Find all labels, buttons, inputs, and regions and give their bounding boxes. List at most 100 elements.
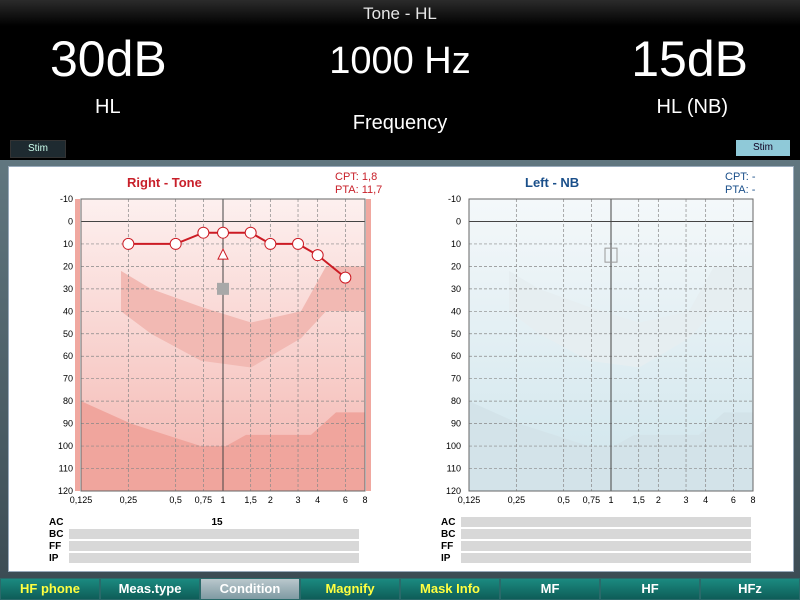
x-tick-label: 0,125: [458, 495, 481, 505]
x-tick-label: 4: [315, 495, 320, 505]
row-label: IP: [49, 553, 59, 564]
y-tick-label: 50: [63, 329, 73, 339]
x-tick-label: 0,5: [169, 495, 182, 505]
y-tick-label: 20: [451, 261, 461, 271]
x-tick-label: 8: [750, 495, 755, 505]
masking-level-square: [217, 282, 229, 295]
table-row-ip-left: IP: [441, 553, 753, 564]
row-label: FF: [441, 541, 454, 552]
x-tick-label: 1,5: [244, 495, 257, 505]
row-bar: [461, 541, 751, 551]
audiogram-charts[interactable]: -1001020304050607080901001101200,125 0,25…: [9, 167, 793, 571]
threshold-point: [197, 226, 210, 239]
table-row-ac-left: AC: [441, 517, 753, 528]
threshold-point: [122, 237, 135, 250]
row-bar: [69, 541, 359, 551]
x-tick-label: 0,25: [508, 495, 526, 505]
right-side-bar: [366, 199, 371, 491]
mf-button[interactable]: MF: [500, 578, 600, 600]
table-row-ip-right: IP: [49, 553, 361, 564]
y-tick-label: 10: [63, 239, 73, 249]
y-tick-label: 110: [59, 464, 73, 474]
row-bar: [69, 529, 359, 539]
x-tick-label: 1,5: [632, 495, 645, 505]
threshold-point: [217, 226, 229, 239]
y-tick-label: 20: [63, 261, 73, 271]
row-bar: [69, 553, 359, 563]
y-tick-label: 100: [58, 441, 73, 451]
x-tick-label: 0,5: [557, 495, 570, 505]
hf-button[interactable]: HF: [600, 578, 700, 600]
y-tick-label: 60: [63, 351, 73, 361]
table-row-ac-right: AC 15: [49, 517, 361, 528]
row-label: AC: [49, 517, 64, 528]
row-label: AC: [441, 517, 456, 528]
y-tick-label: 110: [447, 464, 461, 474]
row-bar: [461, 553, 751, 563]
right-unit: HL (NB): [656, 96, 728, 118]
table-row-ff-right: FF: [49, 541, 361, 552]
hf-phone-button[interactable]: HF phone: [0, 578, 100, 600]
threshold-point: [264, 237, 277, 250]
mask-info-button[interactable]: Mask Info: [400, 578, 500, 600]
x-tick-label: 6: [343, 495, 348, 505]
y-tick-label: 80: [63, 396, 73, 406]
row-bar: [461, 517, 751, 527]
stim-indicator-right: Stim: [736, 140, 790, 156]
y-tick-label: 90: [63, 419, 73, 429]
condition-button[interactable]: Condition: [200, 578, 300, 600]
x-tick-label: 8: [362, 495, 367, 505]
y-tick-label: 90: [451, 419, 461, 429]
threshold-point: [311, 249, 324, 262]
y-tick-label: -10: [448, 194, 461, 204]
magnify-button[interactable]: Magnify: [300, 578, 400, 600]
table-row-bc-right: BC: [49, 529, 361, 540]
y-tick-label: 40: [63, 306, 73, 316]
y-tick-label: 70: [63, 374, 73, 384]
row-label: BC: [49, 529, 64, 540]
x-tick-label: 2: [268, 495, 273, 505]
x-tick-label: 0,125: [70, 495, 93, 505]
y-tick-label: 40: [451, 306, 461, 316]
threshold-point: [244, 226, 257, 239]
y-tick-label: 30: [63, 284, 73, 294]
table-row-bc-left: BC: [441, 529, 753, 540]
row-label: FF: [49, 541, 62, 552]
x-tick-label: 4: [703, 495, 708, 505]
table-row-ff-left: FF: [441, 541, 753, 552]
left-summary-table: AC BC FF IP: [441, 517, 753, 567]
header-display: Tone - HL 30dB 1000 Hz 15dB HL Frequency…: [0, 0, 800, 160]
y-tick-label: 80: [451, 396, 461, 406]
test-mode-title: Tone - HL: [363, 4, 437, 23]
y-tick-label: 0: [456, 216, 461, 226]
threshold-point: [292, 237, 305, 250]
right-ac-value: 15: [211, 517, 223, 528]
x-tick-label: 6: [731, 495, 736, 505]
x-tick-label: 3: [296, 495, 301, 505]
function-key-bar: HF phone Meas.type Condition Magnify Mas…: [0, 578, 800, 600]
x-tick-label: 1: [220, 495, 225, 505]
meas-type-button[interactable]: Meas.type: [100, 578, 200, 600]
y-tick-label: 0: [68, 216, 73, 226]
right-level: 15dB: [631, 31, 748, 87]
y-tick-label: 100: [446, 441, 461, 451]
stim-indicator-left: Stim: [10, 140, 66, 158]
threshold-point: [339, 271, 352, 284]
y-tick-label: 30: [451, 284, 461, 294]
x-tick-label: 3: [684, 495, 689, 505]
row-bar: [461, 529, 751, 539]
x-tick-label: 2: [656, 495, 661, 505]
right-summary-table: AC 15 BC FF IP: [49, 517, 361, 567]
y-tick-label: -10: [60, 194, 73, 204]
x-tick-label: 0,75: [195, 495, 213, 505]
x-tick-label: 0,75: [583, 495, 601, 505]
x-tick-label: 0,25: [120, 495, 138, 505]
audiogram-0: -1001020304050607080901001101200,125 0,25…: [58, 194, 371, 505]
y-tick-label: 70: [451, 374, 461, 384]
hfz-button[interactable]: HFz: [700, 578, 800, 600]
threshold-point: [169, 237, 182, 250]
y-tick-label: 60: [451, 351, 461, 361]
left-side-bar: [75, 199, 80, 491]
y-tick-label: 10: [451, 239, 461, 249]
y-tick-label: 50: [451, 329, 461, 339]
